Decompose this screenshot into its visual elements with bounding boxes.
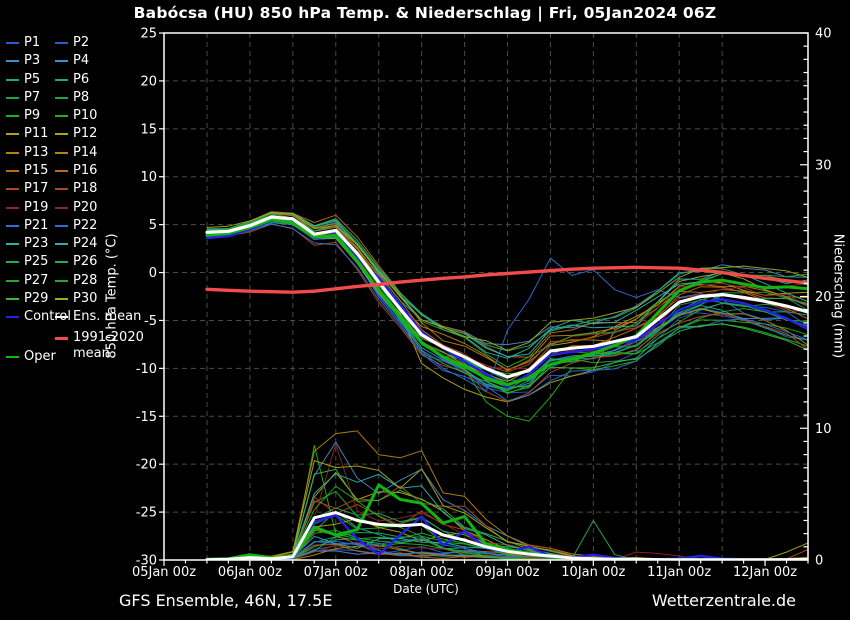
x-tick-label: 05Jan 00z <box>132 565 196 580</box>
temp-tick-label: 25 <box>140 27 157 42</box>
temp-tick-label: -5 <box>144 314 157 329</box>
temp-tick-label: -20 <box>136 458 157 473</box>
temp-tick-label: 0 <box>149 266 157 281</box>
x-axis-label: Date (UTC) <box>393 582 459 596</box>
temp-tick-label: 5 <box>149 218 157 233</box>
temp-tick-label: 10 <box>140 170 157 185</box>
temp-tick-label: -15 <box>136 410 157 425</box>
x-tick-label: 09Jan 00z <box>475 565 539 580</box>
x-tick-label: 12Jan 00z <box>733 565 797 580</box>
x-tick-label: 07Jan 00z <box>304 565 368 580</box>
temp-tick-label: -10 <box>136 362 157 377</box>
temp-tick-label: -25 <box>136 506 157 521</box>
temp-tick-label: 20 <box>140 74 157 89</box>
x-tick-label: 08Jan 00z <box>390 565 454 580</box>
y-axis-label-precip: Niederschlag (mm) <box>831 234 846 359</box>
precip-tick-label: 30 <box>815 158 832 173</box>
precip-tick-label: 40 <box>815 27 832 42</box>
x-tick-label: 10Jan 00z <box>561 565 625 580</box>
plot-svg: 2520151050-5-10-15-20-25-3040302010005Ja… <box>0 0 850 620</box>
x-tick-label: 11Jan 00z <box>647 565 711 580</box>
x-tick-label: 06Jan 00z <box>218 565 282 580</box>
data-lines <box>207 212 808 560</box>
axis-ticks <box>159 33 808 566</box>
temp-tick-label: 15 <box>140 122 157 137</box>
footer-watermark: Wetterzentrale.de <box>652 591 796 610</box>
footer-model-info: GFS Ensemble, 46N, 17.5E <box>119 591 332 610</box>
meteogram-page: Babócsa (HU) 850 hPa Temp. & Niederschla… <box>0 0 850 620</box>
precip-tick-label: 10 <box>815 422 832 437</box>
precip-tick-label: 20 <box>815 290 832 305</box>
precip-tick-label: 0 <box>815 554 823 569</box>
y-axis-label-temp: 850 hPa Temp. (°C) <box>105 233 120 358</box>
